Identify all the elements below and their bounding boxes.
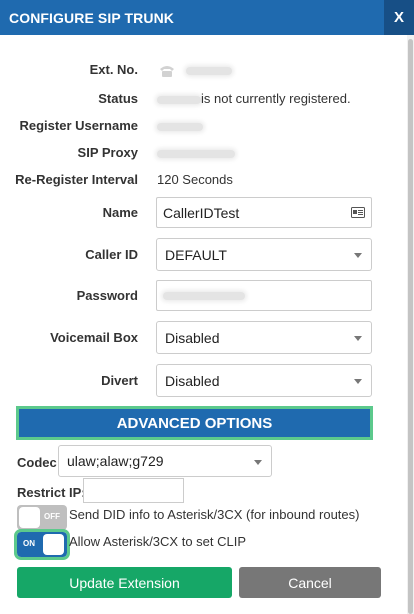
advanced-options-toggle[interactable]: ADVANCED OPTIONS — [16, 406, 373, 440]
close-button[interactable]: X — [384, 0, 414, 35]
allow-clip-label: Allow Asterisk/3CX to set CLIP — [69, 534, 247, 549]
restrict-ip-label: Restrict IP: — [17, 485, 86, 500]
caller-id-selected-value: DEFAULT — [165, 246, 227, 263]
send-did-label: Send DID info to Asterisk/3CX (for inbou… — [69, 507, 360, 522]
name-row: Name CallerIDTest — [0, 197, 400, 228]
ext-no-label: Ext. No. — [89, 62, 138, 77]
name-input-value: CallerIDTest — [163, 204, 240, 221]
update-extension-button[interactable]: Update Extension — [17, 567, 232, 598]
ext-no-value — [158, 62, 232, 78]
divert-label: Divert — [101, 373, 138, 388]
status-label: Status — [98, 91, 138, 106]
voicemail-box-selected-value: Disabled — [165, 329, 220, 346]
divert-selected-value: Disabled — [165, 372, 220, 389]
divert-select[interactable]: Disabled — [156, 364, 372, 397]
register-username-value — [157, 118, 203, 133]
caller-id-row: Caller ID DEFAULT — [0, 238, 400, 271]
register-username-redacted — [157, 122, 203, 131]
cancel-button[interactable]: Cancel — [239, 567, 381, 598]
voicemail-box-select[interactable]: Disabled — [156, 321, 372, 354]
status-redacted — [157, 95, 201, 104]
ext-no-redacted — [185, 66, 232, 75]
codec-selected-value: ulaw;alaw;g729 — [67, 453, 164, 469]
toggle-knob — [43, 534, 64, 555]
voicemail-box-row: Voicemail Box Disabled — [0, 321, 400, 354]
send-did-toggle[interactable]: OFF — [17, 505, 67, 530]
caller-id-label: Caller ID — [85, 247, 138, 262]
ext-no-row: Ext. No. — [0, 62, 400, 78]
sip-proxy-value — [157, 145, 235, 160]
codec-label: Codec: — [17, 455, 62, 470]
contact-card-icon — [351, 207, 365, 218]
send-did-toggle-state: OFF — [44, 512, 60, 521]
toggle-knob — [19, 507, 40, 528]
restrict-ip-input[interactable] — [83, 478, 184, 503]
codec-row: Codec: ulaw;alaw;g729 — [0, 445, 400, 478]
codec-select[interactable]: ulaw;alaw;g729 — [58, 445, 272, 477]
scrollbar-thumb[interactable] — [408, 39, 413, 614]
restrict-ip-row: Restrict IP: — [0, 478, 400, 504]
register-username-row: Register Username — [0, 118, 400, 134]
reregister-interval-label: Re-Register Interval — [15, 172, 138, 187]
chevron-down-icon — [354, 253, 362, 258]
voicemail-box-label: Voicemail Box — [50, 330, 138, 345]
password-label: Password — [76, 288, 138, 303]
status-text: is not currently registered. — [201, 91, 351, 106]
status-value: is not currently registered. — [157, 91, 351, 106]
sip-proxy-row: SIP Proxy — [0, 145, 400, 161]
allow-clip-toggle[interactable]: ON — [14, 529, 70, 560]
password-input[interactable] — [156, 280, 372, 311]
chevron-down-icon — [254, 460, 262, 465]
dialog-title-bar: CONFIGURE SIP TRUNK — [0, 0, 414, 35]
phone-icon — [160, 65, 174, 77]
reregister-interval-value: 120 Seconds — [157, 172, 233, 187]
scrollbar[interactable] — [407, 35, 414, 614]
divert-row: Divert Disabled — [0, 364, 400, 397]
chevron-down-icon — [354, 379, 362, 384]
dialog-title: CONFIGURE SIP TRUNK — [9, 9, 174, 26]
reregister-interval-row: Re-Register Interval 120 Seconds — [0, 172, 400, 188]
caller-id-select[interactable]: DEFAULT — [156, 238, 372, 271]
register-username-label: Register Username — [19, 118, 139, 133]
allow-clip-toggle-state: ON — [23, 539, 35, 548]
status-row: Status is not currently registered. — [0, 91, 400, 107]
name-label: Name — [102, 205, 138, 220]
sip-proxy-label: SIP Proxy — [77, 145, 138, 160]
name-input[interactable]: CallerIDTest — [156, 197, 372, 228]
chevron-down-icon — [354, 336, 362, 341]
password-row: Password — [0, 280, 400, 311]
sip-proxy-redacted — [157, 149, 235, 158]
password-redacted — [163, 291, 245, 300]
